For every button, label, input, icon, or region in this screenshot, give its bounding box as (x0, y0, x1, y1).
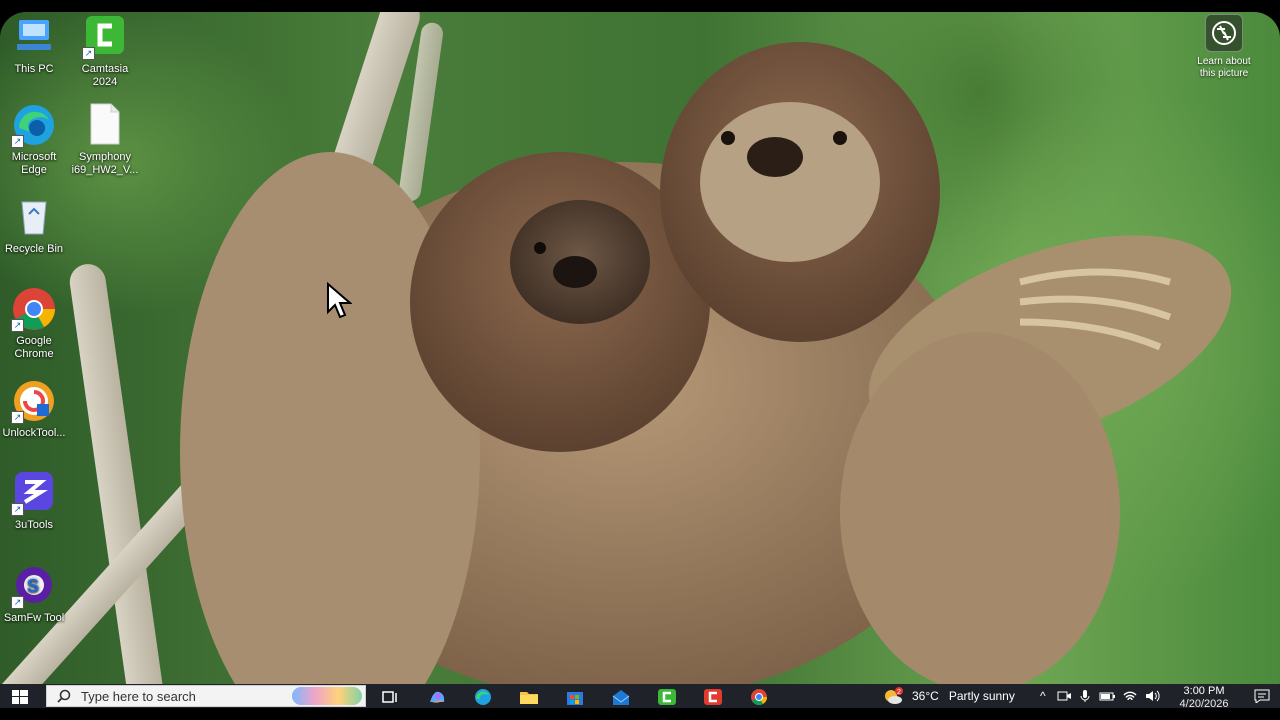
file-icon (82, 102, 128, 148)
desktop-icon-label: 3uTools (15, 519, 53, 531)
weather-temp: 36°C (912, 689, 939, 703)
search-highlight-image (292, 687, 362, 705)
notification-center-icon[interactable] (1254, 689, 1270, 703)
wifi-icon[interactable] (1122, 689, 1138, 703)
taskbar-clock[interactable]: 3:00 PM 4/20/2026 (1172, 685, 1236, 711)
computer-icon (11, 14, 57, 60)
shortcut-arrow-icon: ↗ (11, 411, 24, 424)
shortcut-arrow-icon: ↗ (11, 135, 24, 148)
mail-icon[interactable] (610, 688, 630, 706)
store-icon[interactable] (564, 688, 584, 706)
clock-time: 3:00 PM (1183, 685, 1225, 697)
desktop-icon-label: SamFw Tool (3, 612, 65, 624)
shortcut-arrow-icon: ↗ (11, 596, 24, 609)
system-tray: ^ (1040, 684, 1160, 708)
shortcut-arrow-icon: ↗ (11, 503, 24, 516)
desktop-icon-recycle-bin[interactable]: Recycle Bin (0, 194, 71, 256)
microphone-icon[interactable] (1078, 689, 1092, 703)
file-explorer-icon[interactable] (518, 688, 538, 706)
unlocktool-icon: ↗ (11, 378, 57, 424)
chrome-icon: ↗ (11, 286, 57, 332)
taskbar-search-box[interactable]: Type here to search (46, 685, 366, 707)
taskbar: Type here to search 2 36°C Partly sunny (0, 684, 1280, 711)
camtasia-icon: ↗ (82, 14, 128, 60)
desktop-icon-label: Camtasia 2024 (81, 63, 129, 88)
desktop-icon-label: Microsoft Edge (11, 151, 57, 176)
desktop-icon-samfw[interactable]: S ↗ SamFw Tool (0, 563, 71, 625)
samfw-icon: S ↗ (11, 563, 57, 609)
3utools-icon: ↗ (11, 470, 57, 516)
wallpaper-sloths (180, 42, 1232, 708)
start-icon[interactable] (12, 690, 28, 704)
chevron-up-icon[interactable]: ^ (1040, 689, 1046, 703)
weather-widget[interactable]: 2 36°C Partly sunny (882, 684, 1015, 708)
desktop-icon-label: UnlockTool... (2, 427, 66, 439)
task-view-icon[interactable] (380, 688, 400, 706)
meet-now-icon[interactable] (1056, 689, 1072, 703)
clock-date: 4/20/2026 (1179, 698, 1229, 710)
desktop-screen: This PC ↗ Camtasia 2024 ↗ Microsoft Edge… (0, 12, 1280, 708)
desktop-icon-label: Google Chrome (14, 335, 54, 360)
desktop-icon-camtasia[interactable]: ↗ Camtasia 2024 (68, 14, 142, 89)
desktop-icon-chrome[interactable]: ↗ Google Chrome (0, 286, 71, 361)
copilot-icon[interactable] (426, 688, 446, 706)
search-icon (57, 689, 71, 703)
desktop-icon-edge[interactable]: ↗ Microsoft Edge (0, 102, 71, 177)
edge-icon: ↗ (11, 102, 57, 148)
shortcut-arrow-icon: ↗ (82, 47, 95, 60)
desktop-icon-symphony-file[interactable]: Symphony i69_HW2_V... (68, 102, 142, 177)
desktop-icon-label: This PC (14, 63, 54, 75)
chrome-icon[interactable] (748, 688, 768, 706)
weather-condition: Partly sunny (948, 689, 1015, 703)
edge-icon[interactable] (472, 688, 492, 706)
desktop-icon-3utools[interactable]: ↗ 3uTools (0, 470, 71, 532)
svg-text:S: S (27, 576, 39, 596)
shortcut-arrow-icon: ↗ (11, 319, 24, 332)
desktop-icon-this-pc[interactable]: This PC (0, 14, 71, 76)
search-placeholder: Type here to search (81, 688, 196, 704)
learn-about-label: Learn about this picture (1197, 56, 1251, 79)
volume-icon[interactable] (1144, 689, 1160, 703)
recycle-bin-icon (11, 194, 57, 240)
desktop-icon-label: Recycle Bin (4, 243, 64, 255)
desktop-icon-unlocktool[interactable]: ↗ UnlockTool... (0, 378, 71, 440)
mouse-cursor-icon (327, 282, 352, 319)
camtasia-recorder-icon[interactable] (702, 688, 722, 706)
camera-icon (1205, 14, 1243, 52)
partly-sunny-icon: 2 (885, 687, 903, 704)
weather-badge: 2 (897, 689, 901, 696)
camtasia-icon[interactable] (656, 688, 676, 706)
desktop-icon-label: Symphony i69_HW2_V... (71, 151, 139, 176)
battery-icon[interactable] (1098, 689, 1116, 703)
learn-about-picture[interactable]: Learn about this picture (1186, 14, 1262, 80)
